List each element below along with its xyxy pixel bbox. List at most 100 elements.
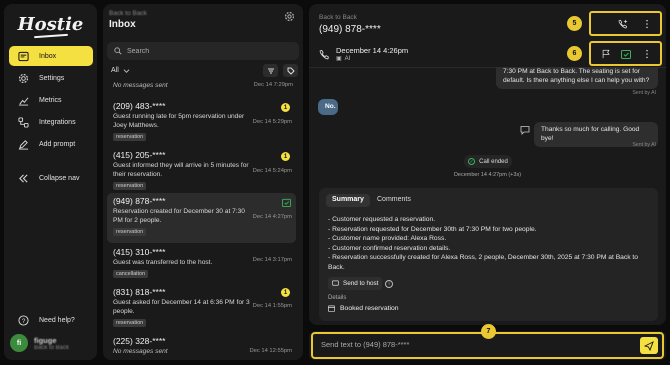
help-label: Need help? [39, 316, 75, 324]
info-icon[interactable]: i [385, 280, 393, 288]
conversation-date: Dec 14 12:55pm [249, 348, 292, 354]
unread-badge: 1 [281, 103, 290, 112]
filter-icon [267, 68, 274, 73]
summary-line: - Reservation successfully created for A… [328, 254, 639, 271]
calendar-check-icon[interactable] [620, 48, 632, 60]
chat-icon [520, 125, 530, 135]
conversation-summary: Guest was transferred to the host. [113, 259, 213, 266]
conversation-item[interactable]: (415) 310-**** Guest was transferred to … [107, 244, 296, 282]
sent-by-label: Sent by AI [632, 142, 656, 148]
conversation-item[interactable]: (415) 205-**** Guest informed they will … [107, 147, 296, 195]
inbox-panel: Back to Back Inbox All No messages sent … [103, 4, 303, 360]
tab-summary[interactable]: Summary [326, 194, 370, 207]
send-icon [644, 340, 654, 351]
pencil-icon [17, 138, 29, 150]
guest-message-bubble: No. [318, 99, 338, 115]
unread-badge: 1 [281, 152, 290, 161]
filter-dropdown[interactable]: All [111, 67, 130, 74]
call-ai-text: AI [344, 55, 351, 62]
search-bar[interactable] [107, 42, 299, 60]
app-logo: Hostie [17, 14, 84, 35]
tab-comments[interactable]: Comments [371, 194, 417, 207]
page-title: Inbox [109, 19, 136, 30]
sidebar-item-collapse-nav[interactable]: Collapse nav [9, 168, 93, 188]
call-ended-text: Call ended [479, 158, 508, 165]
sidebar-item-integrations[interactable]: Integrations [9, 112, 93, 132]
gear-icon [17, 72, 29, 84]
conversation-phone: (415) 310-**** [113, 247, 166, 257]
call-ended-pill: ✓ Call ended [464, 155, 512, 168]
annotation-badge-6: 6 [567, 46, 582, 61]
chevron-down-icon [123, 69, 130, 73]
message-input[interactable] [321, 340, 621, 349]
tag-button[interactable] [283, 64, 298, 77]
sidebar-item-label: Add prompt [39, 140, 76, 148]
sent-by-label: Sent by AI [632, 90, 656, 96]
double-chevron-left-icon [17, 172, 29, 184]
conversation-tag: reservation [113, 133, 147, 141]
search-icon [114, 47, 122, 55]
conversation-item-selected[interactable]: (949) 878-**** Reservation created for D… [107, 193, 296, 243]
sidebar-item-label: Integrations [39, 118, 76, 126]
booked-label: Booked reservation [340, 305, 399, 312]
booked-reservation-link[interactable]: Booked reservation [328, 305, 399, 312]
sidebar-item-add-prompt[interactable]: Add prompt [9, 134, 93, 154]
summary-card: Summary Comments - Customer requested a … [319, 188, 658, 321]
conversation-item[interactable]: (209) 483-**** Guest running late for 5p… [107, 98, 296, 146]
ai-message-bubble: 7:30 PM at Back to Back. The seating is … [496, 67, 658, 89]
conversation-date: Dec 14 5:24pm [252, 168, 292, 174]
conversation-tag: cancellation [113, 270, 149, 278]
more-vertical-icon[interactable] [642, 48, 652, 60]
conversation-date: Dec 14 4:27pm [252, 214, 292, 220]
user-org: Back to Back [34, 344, 70, 351]
sidebar-item-label: Settings [39, 74, 65, 82]
inbox-icon [17, 50, 29, 62]
sidebar-item-settings[interactable]: Settings [9, 68, 93, 88]
conversation-tag: reservation [113, 319, 147, 327]
conversation-phone: (831) 818-**** [113, 287, 166, 297]
conversation-date: Dec 14 5:29pm [252, 119, 292, 125]
sidebar-item-metrics[interactable]: Metrics [9, 90, 93, 110]
user-name: figuge [34, 335, 57, 345]
summary-line: - Customer name provided: Alexa Ross. [328, 235, 447, 242]
list-item-date: Dec 14 7:29pm [253, 82, 293, 88]
tag-icon [287, 67, 295, 75]
sidebar: Hostie Inbox Settings Metrics Integratio… [4, 4, 97, 360]
phone-icon [319, 49, 329, 59]
conversation-summary: Guest running late for 5pm reservation u… [113, 113, 245, 129]
conversation-date: Dec 14 1:55pm [252, 303, 292, 309]
conversation-summary: Reservation created for December 30 at 7… [113, 208, 245, 224]
conversation-tag: reservation [113, 182, 147, 190]
filter-value: All [111, 67, 119, 74]
conversation-item[interactable]: (225) 328-**** No messages sent Dec 14 1… [107, 333, 296, 359]
summary-line: - Reservation requested for December 30t… [328, 225, 537, 233]
send-button[interactable] [640, 337, 658, 354]
unread-badge: 1 [281, 288, 290, 297]
calendar-check-icon [282, 198, 291, 207]
flag-icon[interactable] [600, 48, 612, 60]
list-item-partial: No messages sent [113, 82, 168, 89]
summary-line: - Customer confirmed reservation details… [328, 244, 451, 252]
inbox-settings-gear-icon[interactable] [284, 11, 295, 22]
send-to-host-label: Send to host [343, 280, 379, 287]
user-profile[interactable]: fi figuge Back to Back [10, 334, 69, 352]
conversation-phone: (949) 878-**** [113, 196, 166, 206]
conversation-phone: (209) 483-**** [113, 101, 166, 111]
phone-plus-icon[interactable] [617, 18, 629, 30]
conversation-summary: No messages sent [113, 348, 168, 355]
help-link[interactable]: ? Need help? [9, 310, 93, 330]
conversation-summary: Guest asked for December 14 at 6:36 PM f… [113, 299, 250, 315]
more-vertical-icon[interactable] [642, 18, 652, 30]
summary-list: - Customer requested a reservation. - Re… [328, 215, 653, 272]
sidebar-item-inbox[interactable]: Inbox [9, 46, 93, 66]
search-input[interactable] [127, 47, 287, 55]
svg-text:?: ? [21, 317, 25, 324]
call-ai-label: ▣ AI [336, 55, 408, 63]
conversation-date: Dec 14 3:17pm [252, 257, 292, 263]
conversation-phone: (225) 328-**** [113, 336, 166, 346]
conversation-item[interactable]: (831) 818-**** Guest asked for December … [107, 284, 296, 332]
message-icon [332, 280, 339, 286]
conversation-panel: Back to Back (949) 878-**** 5 December 1… [309, 4, 666, 325]
filter-button[interactable] [263, 64, 278, 77]
send-to-host-button[interactable]: Send to host [328, 277, 383, 290]
